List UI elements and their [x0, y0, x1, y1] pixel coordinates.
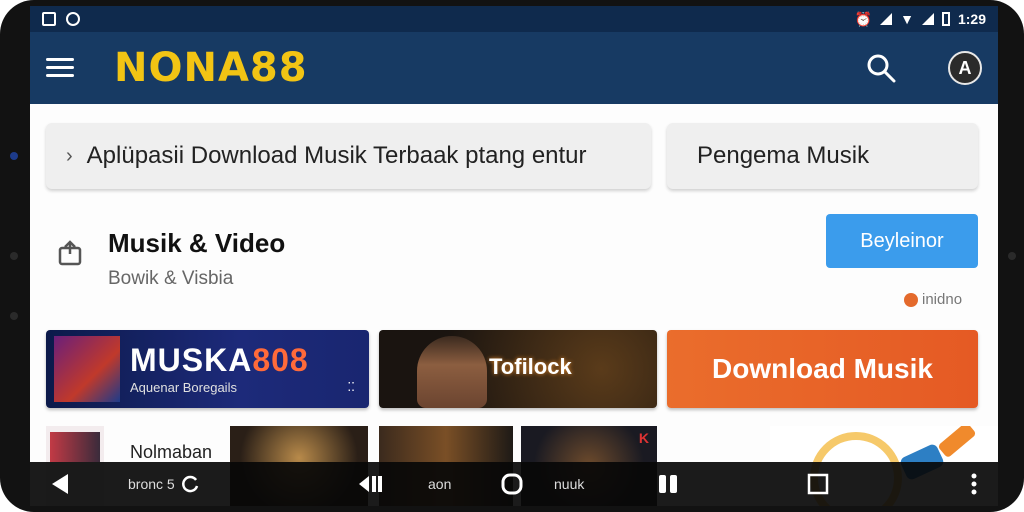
banner-title-main: MUSKA [130, 342, 253, 378]
search-suggestion-chip[interactable]: › Aplüpasii Download Musik Terbaak ptang… [46, 123, 651, 189]
rewind-icon[interactable] [350, 462, 390, 506]
avatar[interactable]: A [948, 51, 982, 85]
poster-image [54, 336, 120, 402]
banner-download-musik[interactable]: Download Musik [667, 330, 978, 408]
front-camera [10, 152, 18, 160]
device-frame: ⏰ ▼ 1:29 NONA88 A › Aplüpasii Download M… [0, 0, 1024, 512]
side-sensor [10, 252, 18, 260]
nav-label: bronc 5 [128, 476, 175, 492]
app-logo[interactable]: NONA88 [114, 45, 308, 91]
signal-icon [880, 13, 893, 25]
wifi-icon: ▼ [900, 11, 914, 27]
nav-label: nuuk [554, 476, 585, 492]
more-vert-icon[interactable] [960, 462, 988, 506]
home-icon[interactable] [492, 462, 532, 506]
alarm-icon: ⏰ [854, 10, 873, 27]
thumbnail-label: Nolmaban [130, 442, 213, 462]
artist-photo [417, 336, 487, 408]
graphic-shape [937, 426, 977, 459]
bottom-nav-bar: bronc 5 aon nuuk [30, 462, 998, 506]
section-title: Musik & Video [108, 228, 286, 258]
thumbnail-badge: K [638, 430, 649, 446]
chip-label: Pengema Musik [697, 142, 870, 169]
section-subtitle: Bowik & Visbia [108, 268, 234, 289]
side-sensor [10, 312, 18, 320]
share-icon [56, 238, 84, 266]
refresh-icon[interactable] [170, 462, 210, 506]
nav-label: aon [428, 476, 452, 492]
meta-tag: inidno [904, 291, 962, 308]
banner-tofilock[interactable]: Tofilock [379, 330, 657, 408]
pause-icon[interactable] [648, 462, 688, 506]
menu-icon[interactable] [46, 58, 74, 78]
meta-tag-label: inidno [922, 291, 963, 308]
screen: ⏰ ▼ 1:29 NONA88 A › Aplüpasii Download M… [30, 6, 998, 506]
banner-title: Tofilock [489, 354, 572, 379]
banner-title-accent: 808 [252, 342, 309, 378]
record-icon [904, 292, 918, 307]
search-icon[interactable] [864, 51, 898, 85]
banner-title: MUSKA808 [130, 342, 309, 379]
back-icon[interactable] [40, 462, 80, 506]
primary-action-button[interactable]: Beyleinor [826, 214, 978, 268]
battery-icon [941, 12, 950, 26]
chevron-right-icon: › [66, 144, 73, 167]
status-bar: ⏰ ▼ 1:29 [30, 6, 998, 32]
avatar-letter: A [958, 57, 972, 78]
app-bar: NONA88 A [30, 32, 998, 104]
cell-icon [921, 13, 934, 25]
banner-muska[interactable]: MUSKA808 Aquenar Boregails ⁚⁚ [46, 330, 369, 408]
more-dots-icon[interactable]: ⁚⁚ [347, 380, 355, 394]
notification-icon [42, 12, 56, 26]
thumbnail-image [50, 432, 100, 462]
banner-subtitle: Aquenar Boregails [130, 380, 237, 395]
category-chip[interactable]: Pengema Musik [667, 123, 978, 189]
banner-title: Download Musik [712, 353, 933, 384]
side-sensor [1008, 252, 1016, 260]
chip-label: Aplüpasii Download Musik Terbaak ptang e… [86, 142, 587, 169]
recent-apps-icon[interactable] [798, 462, 838, 506]
status-time: 1:29 [957, 11, 986, 27]
sync-icon [66, 12, 80, 26]
